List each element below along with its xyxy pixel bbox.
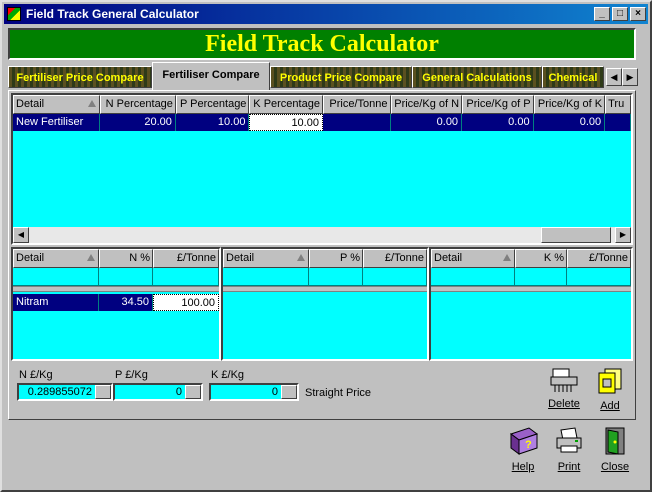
cell-price-tonne[interactable] (323, 114, 391, 131)
sort-indicator-icon (88, 100, 97, 107)
tab-fertiliser-compare[interactable]: Fertiliser Compare (152, 62, 270, 90)
tab-chemical[interactable]: Chemical (542, 66, 604, 88)
k-grid-separator (431, 286, 631, 292)
folder-add-icon (598, 368, 622, 394)
n-header-n-percent[interactable]: N % (99, 249, 153, 268)
n-filter-row[interactable] (13, 268, 219, 286)
n-grid-separator (13, 286, 219, 292)
p-price-field[interactable]: 0 (113, 383, 203, 401)
fertiliser-grid[interactable]: Detail N Percentage P Percentage K Perce… (11, 93, 633, 245)
minimize-button[interactable]: _ (594, 7, 610, 21)
column-header-tru[interactable]: Tru (605, 95, 631, 114)
close-window-button[interactable]: × (630, 7, 646, 21)
sort-indicator-icon (297, 254, 305, 261)
column-header-p-percentage[interactable]: P Percentage (175, 95, 250, 114)
help-button[interactable]: ? Help (500, 426, 546, 474)
scrollbar-thumb[interactable] (541, 227, 611, 243)
k-price-label: K £/Kg (211, 369, 245, 381)
app-window: Field Track General Calculator _ □ × Fie… (0, 0, 652, 492)
column-header-price-kg-k[interactable]: Price/Kg of K (533, 95, 606, 114)
table-row[interactable]: New Fertiliser 20.00 10.00 10.00 0.00 0.… (13, 114, 631, 131)
k-header-tonne[interactable]: £/Tonne (567, 249, 631, 268)
column-header-k-percentage[interactable]: K Percentage (249, 95, 323, 114)
banner-title: Field Track Calculator (205, 30, 439, 57)
cell-tru[interactable] (605, 114, 631, 131)
p-grid[interactable]: Detail P % £/Tonne (221, 247, 429, 361)
cell-k-percentage-editor[interactable]: 10.00 (249, 114, 323, 131)
k-filter-row[interactable] (431, 268, 631, 286)
n-header-tonne[interactable]: £/Tonne (153, 249, 219, 268)
print-button[interactable]: Print (546, 426, 592, 474)
window-title: Field Track General Calculator (26, 7, 199, 21)
cell-price-kg-k[interactable]: 0.00 (534, 114, 606, 131)
n-price-label: N £/Kg (19, 369, 53, 381)
k-header-k-percent[interactable]: K % (515, 249, 567, 268)
fertiliser-grid-header: Detail N Percentage P Percentage K Perce… (13, 95, 631, 114)
p-grid-separator (223, 286, 427, 292)
n-grid[interactable]: Detail N % £/Tonne Nitram 34.50 100.00 (11, 247, 221, 361)
n-grid-header: Detail N % £/Tonne (13, 249, 219, 268)
p-price-value: 0 (175, 386, 182, 398)
title-bar: Field Track General Calculator _ □ × (4, 4, 648, 24)
cell-n-percentage[interactable]: 20.00 (100, 114, 176, 131)
n-price-value: 0.289855072 (27, 386, 92, 398)
shredder-icon (550, 368, 578, 392)
p-header-detail[interactable]: Detail (223, 249, 309, 268)
scroll-left-icon[interactable]: ◀ (13, 227, 29, 243)
column-header-detail[interactable]: Detail (13, 95, 101, 114)
svg-text:?: ? (525, 439, 532, 451)
tab-bar: Fertiliser Price Compare Fertiliser Comp… (8, 62, 638, 90)
k-price-value: 0 (271, 386, 278, 398)
banner: Field Track Calculator (8, 28, 636, 60)
help-book-icon: ? (509, 427, 539, 455)
p-filter-row[interactable] (223, 268, 427, 286)
k-header-detail[interactable]: Detail (431, 249, 515, 268)
n-price-lookup-button[interactable] (95, 385, 111, 399)
p-price-lookup-button[interactable] (185, 385, 201, 399)
fertiliser-compare-panel: Detail N Percentage P Percentage K Perce… (8, 90, 636, 420)
n-cell-detail[interactable]: Nitram (13, 294, 99, 311)
exit-door-icon (605, 427, 625, 455)
delete-button[interactable]: Delete (541, 367, 587, 415)
horizontal-scrollbar[interactable]: ◀ ▶ (13, 227, 631, 243)
sort-indicator-icon (87, 254, 95, 261)
app-icon (7, 7, 21, 21)
add-button[interactable]: Add (587, 367, 633, 415)
column-header-price-tonne[interactable]: Price/Tonne (322, 95, 391, 114)
k-price-field[interactable]: 0 (209, 383, 299, 401)
p-grid-header: Detail P % £/Tonne (223, 249, 427, 268)
cell-detail[interactable]: New Fertiliser (13, 114, 101, 131)
tab-fertiliser-price-compare[interactable]: Fertiliser Price Compare (8, 66, 152, 88)
n-cell-tonne-editor[interactable]: 100.00 (153, 294, 219, 311)
tab-scroll-left-button[interactable]: ◀ (606, 68, 622, 86)
tab-scroll-right-button[interactable]: ▶ (622, 68, 638, 86)
k-price-lookup-button[interactable] (281, 385, 297, 399)
printer-icon (556, 427, 582, 453)
tab-product-price-compare[interactable]: Product Price Compare (270, 66, 412, 88)
k-grid-header: Detail K % £/Tonne (431, 249, 631, 268)
cell-p-percentage[interactable]: 10.00 (176, 114, 250, 131)
cell-price-kg-n[interactable]: 0.00 (391, 114, 463, 131)
n-header-detail[interactable]: Detail (13, 249, 99, 268)
n-price-field[interactable]: 0.289855072 (17, 383, 113, 401)
maximize-button[interactable]: □ (612, 7, 628, 21)
column-header-price-kg-p[interactable]: Price/Kg of P (462, 95, 534, 114)
p-price-label: P £/Kg (115, 369, 148, 381)
column-header-price-kg-n[interactable]: Price/Kg of N (390, 95, 463, 114)
close-button[interactable]: Close (592, 426, 638, 474)
straight-price-label: Straight Price (305, 387, 372, 399)
tab-general-calculations[interactable]: General Calculations (412, 66, 542, 88)
column-header-n-percentage[interactable]: N Percentage (100, 95, 176, 114)
p-header-p-percent[interactable]: P % (309, 249, 363, 268)
k-grid[interactable]: Detail K % £/Tonne (429, 247, 633, 361)
scroll-right-icon[interactable]: ▶ (615, 227, 631, 243)
p-header-tonne[interactable]: £/Tonne (363, 249, 427, 268)
bottom-toolbar: ? Help Print Close (8, 422, 636, 486)
sort-indicator-icon (503, 254, 511, 261)
table-row[interactable]: Nitram 34.50 100.00 (13, 294, 219, 311)
cell-price-kg-p[interactable]: 0.00 (462, 114, 534, 131)
n-cell-percent[interactable]: 34.50 (99, 294, 153, 311)
